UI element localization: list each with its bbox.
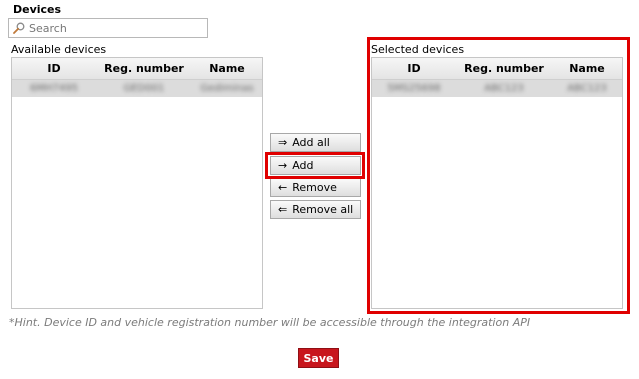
add-button-highlight bbox=[265, 152, 365, 179]
double-arrow-right-icon: ⇒ bbox=[278, 136, 288, 149]
arrow-left-icon: ← bbox=[278, 181, 288, 194]
magnifier-icon bbox=[13, 22, 25, 34]
available-table-header: ID Reg. number Name bbox=[12, 58, 262, 80]
add-all-button[interactable]: ⇒ Add all bbox=[270, 133, 361, 152]
search-box[interactable] bbox=[8, 18, 208, 38]
selected-devices-highlight bbox=[367, 37, 630, 314]
cell-id: 6MH7495 bbox=[30, 83, 78, 94]
remove-button[interactable]: ← Remove bbox=[270, 178, 361, 197]
double-arrow-left-icon: ⇐ bbox=[278, 203, 288, 216]
cell-reg-number: GED001 bbox=[123, 83, 165, 94]
save-button[interactable]: Save bbox=[298, 348, 339, 368]
column-header-id[interactable]: ID bbox=[12, 62, 96, 75]
available-devices-label: Available devices bbox=[11, 43, 107, 56]
remove-all-label: Remove all bbox=[292, 203, 354, 216]
available-devices-list[interactable]: ID Reg. number Name 6MH7495 GED001 Gedim… bbox=[11, 57, 263, 309]
search-input[interactable] bbox=[29, 20, 203, 36]
column-header-name[interactable]: Name bbox=[192, 62, 262, 75]
devices-title: Devices bbox=[13, 3, 62, 16]
remove-label: Remove bbox=[292, 181, 337, 194]
integration-hint: *Hint. Device ID and vehicle registratio… bbox=[9, 316, 531, 329]
cell-name: Gediminas bbox=[200, 83, 254, 94]
column-header-reg-number[interactable]: Reg. number bbox=[96, 62, 192, 75]
table-row[interactable]: 6MH7495 GED001 Gediminas bbox=[12, 80, 262, 97]
remove-all-button[interactable]: ⇐ Remove all bbox=[270, 200, 361, 219]
add-all-label: Add all bbox=[292, 136, 330, 149]
